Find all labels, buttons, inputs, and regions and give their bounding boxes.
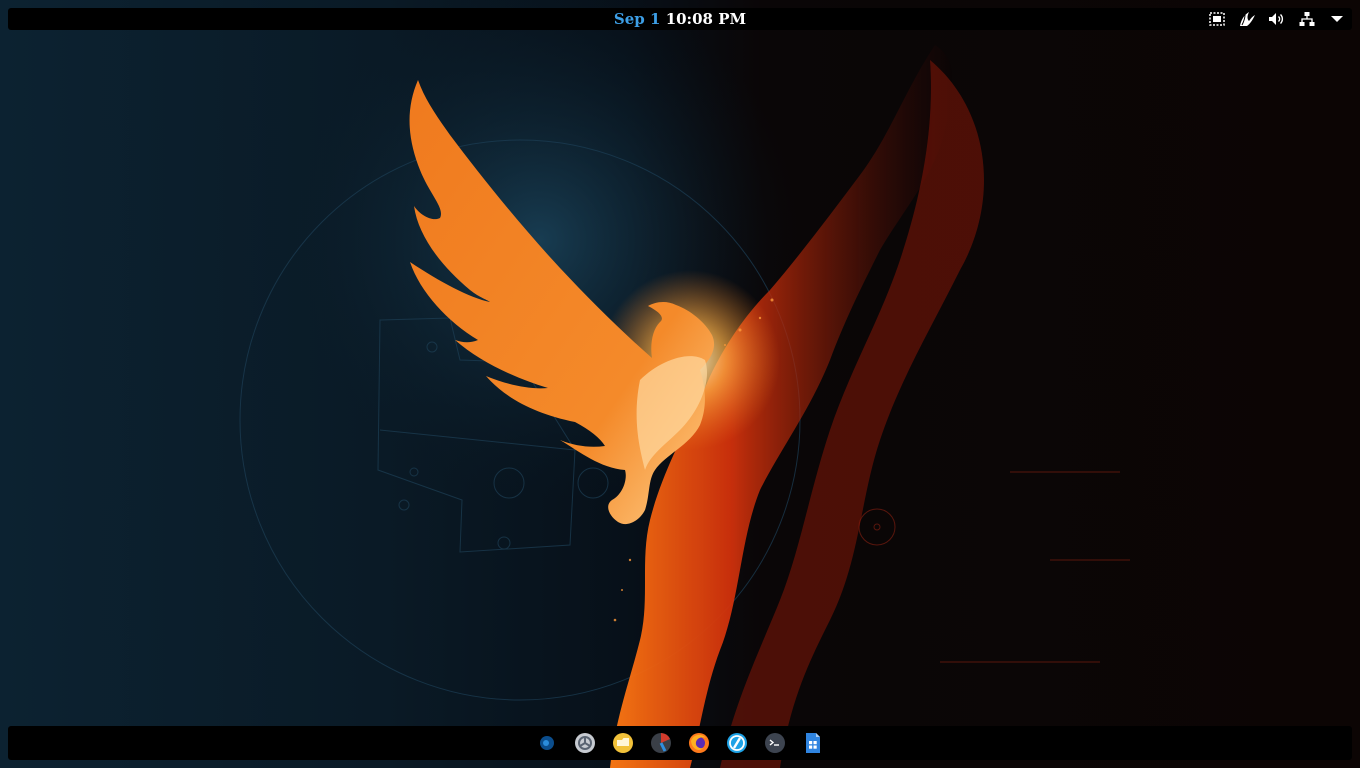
- parrot-icon[interactable]: [1236, 8, 1258, 30]
- files-icon[interactable]: [609, 729, 637, 757]
- volume-icon[interactable]: [1266, 8, 1288, 30]
- firefox-icon[interactable]: [685, 729, 713, 757]
- browser-icon[interactable]: [723, 729, 751, 757]
- desktop: Sep 1 10:08 PM: [0, 0, 1360, 768]
- clock-date: Sep 1: [613, 10, 661, 28]
- top-panel: Sep 1 10:08 PM: [8, 8, 1352, 30]
- clock-time: 10:08 PM: [665, 10, 747, 28]
- dock: [8, 726, 1352, 760]
- document-viewer-icon[interactable]: [799, 729, 827, 757]
- network-icon[interactable]: [1296, 8, 1318, 30]
- system-monitor-icon[interactable]: [647, 729, 675, 757]
- dock-items: [8, 726, 1352, 760]
- wallpaper: [0, 0, 1360, 768]
- settings-icon[interactable]: [571, 729, 599, 757]
- system-tray: [1198, 8, 1348, 30]
- menu-arrow-icon[interactable]: [1326, 8, 1348, 30]
- screenshot-icon[interactable]: [1206, 8, 1228, 30]
- parrot-menu-icon[interactable]: [533, 729, 561, 757]
- terminal-icon[interactable]: [761, 729, 789, 757]
- clock[interactable]: Sep 1 10:08 PM: [8, 8, 1352, 30]
